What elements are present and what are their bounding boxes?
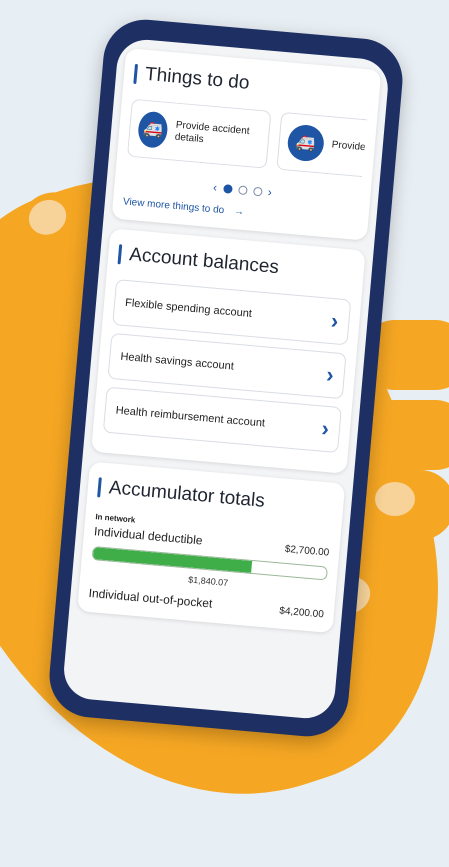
account-row-hra[interactable]: Health reimbursement account › (102, 386, 342, 454)
chevron-right-icon: › (325, 361, 335, 388)
oop-label: Individual out-of-pocket (88, 585, 213, 611)
view-more-label: View more things to do (122, 196, 225, 217)
account-balances-header: Account balances (117, 243, 354, 285)
accumulator-card: Accumulator totals In network Individual… (77, 461, 346, 634)
finger-nail (375, 482, 415, 516)
accumulator-title: Accumulator totals (108, 477, 266, 512)
pager-dot[interactable] (237, 184, 248, 195)
task-card-accident[interactable]: 🚑 Provide accident (276, 111, 368, 178)
deductible-limit: $2,700.00 (284, 543, 330, 559)
task-label: Provide accident (331, 139, 367, 156)
task-carousel[interactable]: 🚑 Provide accident details 🚑 Provide acc… (126, 98, 368, 178)
things-to-do-header: Things to do (133, 63, 370, 105)
things-to-do-card: Things to do 🚑 Provide accident details … (111, 48, 382, 241)
account-balances-card: Account balances Flexible spending accou… (91, 228, 366, 474)
pager-prev-icon[interactable]: ‹ (212, 180, 217, 194)
chevron-right-icon: › (329, 307, 340, 334)
phone-frame: Things to do 🚑 Provide accident details … (46, 16, 406, 740)
account-label: Health savings account (119, 350, 235, 373)
accent-bar (133, 63, 139, 85)
hand-finger (355, 470, 449, 540)
oop-limit: $4,200.00 (278, 605, 325, 621)
account-label: Health reimbursement account (115, 404, 266, 430)
ambulance-icon: 🚑 (286, 123, 326, 163)
pager-dot[interactable] (252, 186, 263, 196)
things-to-do-title: Things to do (144, 63, 251, 94)
finger-nail (23, 193, 72, 241)
account-label: Flexible spending account (124, 296, 253, 320)
pager-dot[interactable] (222, 183, 233, 194)
ambulance-icon: 🚑 (136, 110, 169, 149)
pager-next-icon[interactable]: › (267, 185, 272, 199)
arrow-right-icon: → (233, 206, 245, 218)
account-balances-title: Account balances (128, 244, 280, 279)
accumulator-header: Accumulator totals (97, 476, 334, 518)
accent-bar (97, 477, 102, 498)
accent-bar (117, 244, 123, 265)
phone-screen: Things to do 🚑 Provide accident details … (61, 37, 391, 721)
task-card-accident-details[interactable]: 🚑 Provide accident details (126, 98, 272, 169)
chevron-right-icon: › (320, 415, 331, 442)
task-label: Provide accident details (174, 119, 250, 146)
